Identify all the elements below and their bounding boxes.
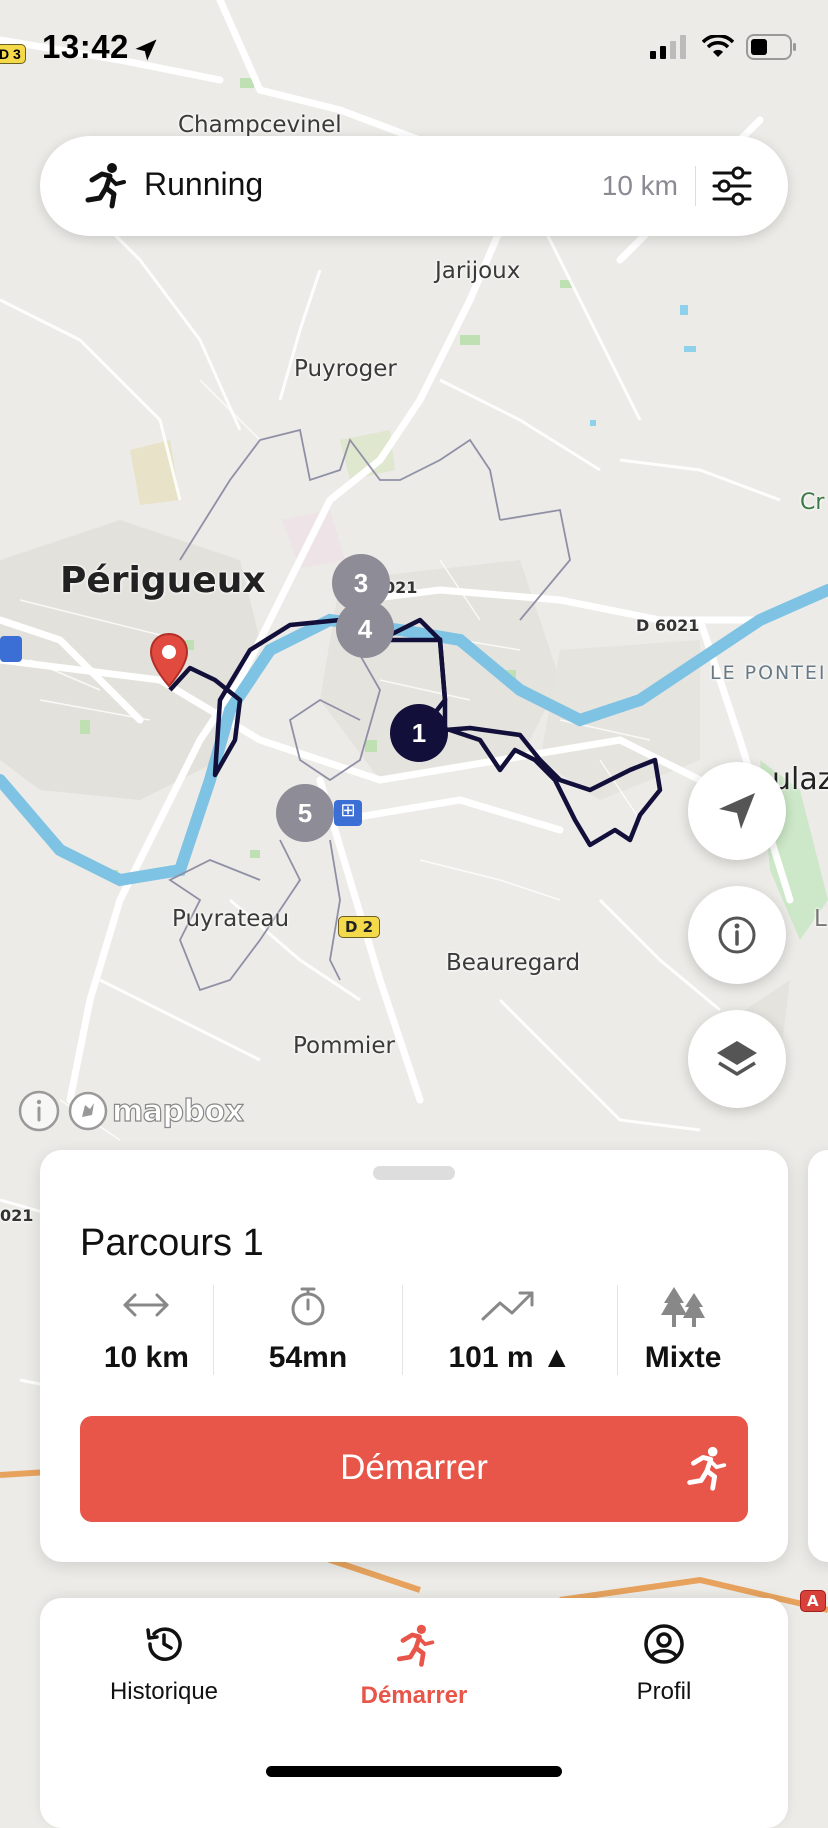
stat-distance: 10 km <box>80 1285 213 1375</box>
elevation-text: 101 m <box>448 1341 534 1374</box>
runner-icon <box>85 163 126 209</box>
activity-label: Running <box>144 166 264 202</box>
place-label: Jarijoux <box>435 258 521 284</box>
locate-me-button[interactable] <box>688 762 786 860</box>
mapbox-logo: mapbox <box>68 1091 245 1131</box>
home-indicator <box>266 1766 562 1777</box>
battery-icon <box>746 34 796 60</box>
place-label: Beauregard <box>446 950 581 976</box>
layers-button[interactable] <box>688 1010 786 1108</box>
place-label: Puyrateau <box>172 906 290 932</box>
start-button[interactable]: Démarrer <box>80 1416 748 1522</box>
road-shield: D 2 <box>338 916 381 938</box>
tab-label: Profil <box>636 1678 692 1705</box>
trees-icon <box>661 1287 706 1327</box>
train-station-icon: ⊞ <box>334 800 362 826</box>
place-label: LE PONTEI <box>710 662 827 684</box>
attribution-info-icon[interactable] <box>18 1090 60 1132</box>
tab-profile[interactable]: Profil <box>564 1622 764 1706</box>
status-time: 13:42 <box>42 28 129 65</box>
tab-start[interactable]: Démarrer <box>314 1622 514 1710</box>
sliders-icon[interactable] <box>710 164 754 208</box>
cellular-signal-icon <box>650 35 686 59</box>
elevation-up-icon: ▲ <box>541 1341 572 1374</box>
layers-icon <box>717 1041 757 1076</box>
history-icon <box>146 1627 182 1661</box>
info-button[interactable] <box>688 886 786 984</box>
start-location-pin-icon[interactable] <box>148 632 190 692</box>
stat-elevation: 101 m ▲ <box>403 1285 617 1375</box>
distance-value: 10 km <box>601 170 678 201</box>
place-label: Pommier <box>293 1033 395 1059</box>
tab-label: Démarrer <box>360 1682 468 1709</box>
place-label: Cr <box>800 490 825 515</box>
route-stats: 10 km 54mn 101 m ▲ Mixte <box>80 1285 748 1385</box>
drag-handle[interactable] <box>373 1166 455 1180</box>
route-title: Parcours 1 <box>80 1222 264 1264</box>
terrain-value: Mixte <box>644 1341 722 1374</box>
place-label: Puyroger <box>294 356 397 382</box>
location-arrow-icon <box>135 39 157 61</box>
place-label: L <box>814 906 827 932</box>
activity-selector[interactable]: Running 10 km <box>40 136 788 236</box>
runner-icon <box>396 1624 435 1667</box>
wifi-icon <box>702 35 734 57</box>
elevation-trend-icon <box>481 1291 534 1321</box>
road-label: D 6021 <box>636 616 700 635</box>
tab-history[interactable]: Historique <box>64 1622 264 1706</box>
next-route-card[interactable] <box>808 1150 828 1562</box>
road-shield: A <box>800 1590 826 1612</box>
elevation-value: 101 m ▲ <box>448 1341 571 1375</box>
profile-icon <box>644 1624 684 1664</box>
stat-terrain: Mixte <box>618 1285 748 1375</box>
duration-value: 54mn <box>268 1341 348 1374</box>
distance-value: 10 km <box>103 1341 189 1374</box>
divider <box>694 166 696 206</box>
runner-icon <box>687 1446 727 1491</box>
route-card[interactable]: Parcours 1 10 km 54mn 101 m ▲ Mixte Déma… <box>40 1150 788 1562</box>
place-label-city: Périgueux <box>60 560 266 601</box>
road-shield: D 3 <box>0 44 26 64</box>
route-marker[interactable]: 1 <box>390 704 448 762</box>
horizontal-arrows-icon <box>123 1293 169 1317</box>
route-marker[interactable]: 4 <box>336 600 394 658</box>
info-icon <box>718 916 756 954</box>
tab-label: Historique <box>109 1678 219 1705</box>
place-label: Champcevinel <box>178 112 342 138</box>
navigation-arrow-icon <box>719 793 755 829</box>
road-label: 021 <box>0 1206 34 1225</box>
mapbox-logo-text: mapbox <box>111 1093 244 1129</box>
stat-duration: 54mn <box>214 1285 402 1375</box>
route-marker[interactable]: 5 <box>276 784 334 842</box>
mapbox-logo-icon <box>68 1091 108 1131</box>
start-button-label: Démarrer <box>340 1448 488 1487</box>
train-station-icon <box>0 636 22 662</box>
tab-bar: Historique Démarrer Profil <box>40 1598 788 1828</box>
stopwatch-icon <box>291 1287 325 1326</box>
